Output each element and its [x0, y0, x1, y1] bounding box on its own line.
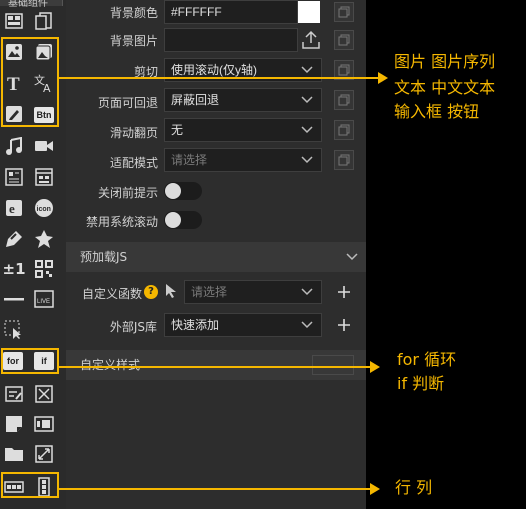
bg-image-field[interactable]: [164, 28, 298, 52]
chevron-down-icon: [346, 253, 358, 261]
click-area-icon[interactable]: [3, 319, 25, 341]
page-widget-icon[interactable]: [33, 166, 55, 188]
svg-text:icon: icon: [37, 206, 51, 213]
divider-icon[interactable]: [3, 288, 25, 310]
counter-icon-label: ±1: [2, 260, 26, 278]
article-icon[interactable]: [3, 166, 25, 188]
note-icon[interactable]: [3, 413, 25, 435]
copy-page-icon[interactable]: [33, 10, 55, 32]
icon-widget-icon[interactable]: icon: [33, 197, 55, 219]
swipe-copy-button[interactable]: [334, 120, 354, 140]
highlight-box-basic-components: [1, 37, 59, 127]
toolbar-header: 基础组件: [0, 0, 63, 9]
external-js-select[interactable]: 快速添加: [164, 313, 322, 337]
external-js-value: 快速添加: [171, 318, 220, 332]
toolbar-title: 基础组件: [8, 0, 48, 9]
svg-text:e: e: [9, 201, 15, 216]
custom-function-select[interactable]: 请选择: [184, 280, 322, 304]
back-select-value: 屏蔽回退: [171, 93, 220, 107]
draw-icon[interactable]: [3, 228, 25, 250]
add-external-js-button[interactable]: [334, 315, 354, 335]
fit-mode-label: 适配模式: [109, 156, 158, 170]
annotation-basic-line1: 图片 图片序列: [394, 52, 496, 71]
highlight-box-logic-components: [1, 348, 59, 374]
video-icon[interactable]: [33, 135, 55, 157]
annotation-logic-line2: if 判断: [397, 374, 445, 393]
close-prompt-toggle[interactable]: [164, 182, 202, 200]
disable-scroll-toggle[interactable]: [164, 211, 202, 229]
upload-icon[interactable]: [300, 29, 322, 51]
folder-icon[interactable]: [3, 443, 25, 465]
layout-icon[interactable]: [3, 10, 25, 32]
back-select[interactable]: 屏蔽回退: [164, 88, 322, 112]
bg-color-label: 背景颜色: [109, 6, 158, 20]
custom-style-section-header[interactable]: 自定义样式: [66, 350, 366, 380]
qrcode-icon[interactable]: [33, 258, 55, 280]
external-js-label: 外部JS库: [109, 320, 157, 334]
swipe-select-value: 无: [171, 123, 184, 137]
svg-text:LIVE: LIVE: [37, 299, 50, 305]
fit-mode-placeholder: 请选择: [171, 153, 208, 167]
chevron-down-icon: [301, 66, 313, 74]
annotation-basic-line3: 输入框 按钮: [394, 102, 480, 121]
resize-icon[interactable]: [33, 443, 55, 465]
layer-icon[interactable]: [33, 413, 55, 435]
bg-color-copy-button[interactable]: [334, 2, 354, 22]
annotation-logic-line1: for 循环: [397, 350, 457, 369]
custom-style-title: 自定义样式: [80, 358, 141, 372]
swipe-select[interactable]: 无: [164, 118, 322, 142]
chevron-down-icon: [301, 126, 313, 134]
help-icon[interactable]: ?: [144, 285, 158, 299]
fullscreen-icon[interactable]: [33, 383, 55, 405]
back-label: 页面可回退: [97, 96, 158, 110]
annotation-arrow-basic: [58, 72, 388, 84]
clip-select-value: 使用滚动(仅y轴): [171, 63, 257, 77]
add-custom-function-button[interactable]: [334, 282, 354, 302]
chevron-down-icon: [301, 156, 313, 164]
shape-icon[interactable]: [33, 228, 55, 250]
counter-icon[interactable]: ±1: [2, 258, 26, 280]
chevron-down-icon: [301, 321, 313, 329]
chevron-down-icon: [301, 288, 313, 296]
fit-mode-copy-button[interactable]: [334, 150, 354, 170]
annotation-basic-line2: 文本 中文文本: [394, 78, 496, 97]
cursor-pick-icon[interactable]: [164, 283, 178, 303]
swipe-label: 滑动翻页: [109, 126, 158, 140]
disable-scroll-label: 禁用系统滚动: [85, 215, 158, 229]
back-copy-button[interactable]: [334, 90, 354, 110]
annotation-layout: 行 列: [395, 478, 433, 497]
custom-function-label: 自定义函数: [81, 287, 142, 301]
bg-image-copy-button[interactable]: [334, 30, 354, 50]
fit-mode-select[interactable]: 请选择: [164, 148, 322, 172]
form-icon[interactable]: [3, 383, 25, 405]
annotation-arrow-logic: [58, 361, 380, 373]
custom-style-toggle-button[interactable]: [312, 355, 354, 375]
custom-function-placeholder: 请选择: [191, 285, 228, 299]
preload-js-title: 预加载JS: [80, 250, 128, 264]
chevron-down-icon: [301, 96, 313, 104]
annotation-arrow-layout: [58, 483, 380, 495]
web-link-icon[interactable]: e: [3, 197, 25, 219]
bg-image-label: 背景图片: [109, 34, 158, 48]
bg-color-field[interactable]: #FFFFFF: [164, 0, 298, 24]
highlight-box-layout-components: [1, 472, 59, 498]
audio-icon[interactable]: [3, 135, 25, 157]
bg-color-swatch[interactable]: [298, 1, 320, 23]
preload-js-section-header[interactable]: 预加载JS: [66, 242, 366, 272]
close-prompt-label: 关闭前提示: [97, 186, 158, 200]
